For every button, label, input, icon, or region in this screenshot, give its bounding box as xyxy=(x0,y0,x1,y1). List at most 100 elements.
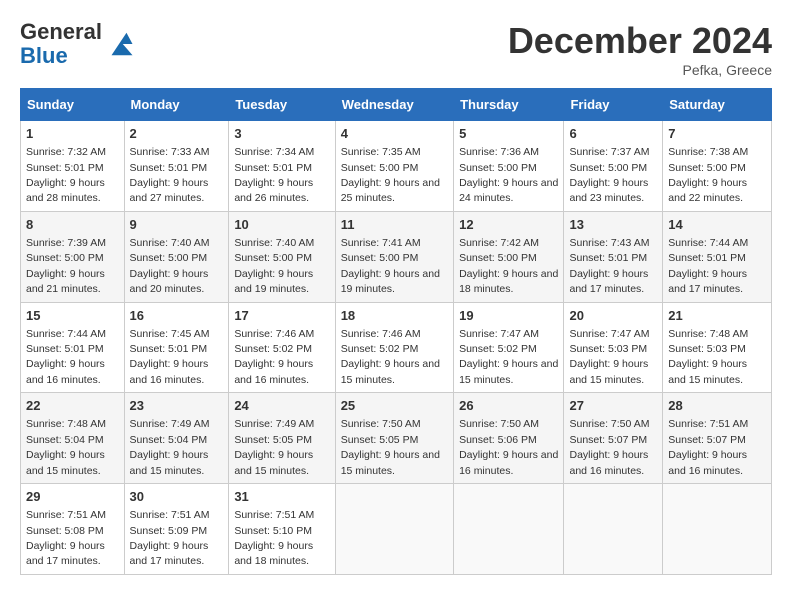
col-friday: Friday xyxy=(564,89,663,121)
logo: General Blue xyxy=(20,20,134,68)
calendar-week-row: 15 Sunrise: 7:44 AMSunset: 5:01 PMDayligh… xyxy=(21,302,772,393)
day-info: Sunrise: 7:34 AMSunset: 5:01 PMDaylight:… xyxy=(234,146,314,204)
calendar-cell: 27Sunrise: 7:50 AMSunset: 5:07 PMDayligh… xyxy=(564,393,663,484)
calendar-cell: 18 Sunrise: 7:46 AMSunset: 5:02 PMDayligh… xyxy=(335,302,453,393)
day-info: Sunrise: 7:46 AMSunset: 5:02 PMDaylight:… xyxy=(341,328,440,386)
calendar-cell: 30 Sunrise: 7:51 AMSunset: 5:09 PMDayligh… xyxy=(124,484,229,575)
day-number: 7 xyxy=(668,125,766,143)
day-number: 23 xyxy=(130,397,224,415)
day-info: Sunrise: 7:49 AMSunset: 5:04 PMDaylight:… xyxy=(130,418,210,476)
day-info: Sunrise: 7:36 AMSunset: 5:00 PMDaylight:… xyxy=(459,146,558,204)
day-info: Sunrise: 7:51 AMSunset: 5:10 PMDaylight:… xyxy=(234,509,314,567)
day-info: Sunrise: 7:44 AMSunset: 5:01 PMDaylight:… xyxy=(26,328,106,386)
calendar-cell: 25 Sunrise: 7:50 AMSunset: 5:05 PMDayligh… xyxy=(335,393,453,484)
day-info: Sunrise: 7:40 AMSunset: 5:00 PMDaylight:… xyxy=(234,237,314,295)
day-number: 19 xyxy=(459,307,558,325)
day-info: Sunrise: 7:38 AMSunset: 5:00 PMDaylight:… xyxy=(668,146,748,204)
calendar-cell: 29 Sunrise: 7:51 AMSunset: 5:08 PMDayligh… xyxy=(21,484,125,575)
day-info: Sunrise: 7:48 AMSunset: 5:03 PMDaylight:… xyxy=(668,328,748,386)
day-number: 2 xyxy=(130,125,224,143)
day-info: Sunrise: 7:48 AMSunset: 5:04 PMDaylight:… xyxy=(26,418,106,476)
day-number: 9 xyxy=(130,216,224,234)
calendar-cell xyxy=(564,484,663,575)
calendar-cell xyxy=(454,484,564,575)
day-info: Sunrise: 7:50 AMSunset: 5:06 PMDaylight:… xyxy=(459,418,558,476)
calendar-cell: 23 Sunrise: 7:49 AMSunset: 5:04 PMDayligh… xyxy=(124,393,229,484)
day-number: 8 xyxy=(26,216,119,234)
calendar-cell: 21 Sunrise: 7:48 AMSunset: 5:03 PMDayligh… xyxy=(663,302,772,393)
col-sunday: Sunday xyxy=(21,89,125,121)
day-number: 11 xyxy=(341,216,448,234)
calendar-cell: 2 Sunrise: 7:33 AMSunset: 5:01 PMDaylight… xyxy=(124,121,229,212)
col-monday: Monday xyxy=(124,89,229,121)
day-number: 18 xyxy=(341,307,448,325)
title-block: December 2024 Pefka, Greece xyxy=(508,20,772,78)
day-info: Sunrise: 7:50 AMSunset: 5:05 PMDaylight:… xyxy=(341,418,440,476)
day-number: 21 xyxy=(668,307,766,325)
calendar-cell: 31 Sunrise: 7:51 AMSunset: 5:10 PMDayligh… xyxy=(229,484,335,575)
calendar-cell: 22Sunrise: 7:48 AMSunset: 5:04 PMDayligh… xyxy=(21,393,125,484)
day-info: Sunrise: 7:47 AMSunset: 5:03 PMDaylight:… xyxy=(569,328,649,386)
day-number: 12 xyxy=(459,216,558,234)
calendar-table: Sunday Monday Tuesday Wednesday Thursday… xyxy=(20,88,772,575)
day-number: 5 xyxy=(459,125,558,143)
col-wednesday: Wednesday xyxy=(335,89,453,121)
calendar-cell: 6 Sunrise: 7:37 AMSunset: 5:00 PMDaylight… xyxy=(564,121,663,212)
col-thursday: Thursday xyxy=(454,89,564,121)
day-info: Sunrise: 7:46 AMSunset: 5:02 PMDaylight:… xyxy=(234,328,314,386)
calendar-cell: 10Sunrise: 7:40 AMSunset: 5:00 PMDayligh… xyxy=(229,211,335,302)
calendar-cell: 26Sunrise: 7:50 AMSunset: 5:06 PMDayligh… xyxy=(454,393,564,484)
day-number: 24 xyxy=(234,397,329,415)
day-info: Sunrise: 7:51 AMSunset: 5:09 PMDaylight:… xyxy=(130,509,210,567)
day-info: Sunrise: 7:39 AMSunset: 5:00 PMDaylight:… xyxy=(26,237,106,295)
calendar-cell: 17 Sunrise: 7:46 AMSunset: 5:02 PMDayligh… xyxy=(229,302,335,393)
calendar-cell: 14Sunrise: 7:44 AMSunset: 5:01 PMDayligh… xyxy=(663,211,772,302)
day-number: 6 xyxy=(569,125,657,143)
calendar-cell: 20 Sunrise: 7:47 AMSunset: 5:03 PMDayligh… xyxy=(564,302,663,393)
day-number: 20 xyxy=(569,307,657,325)
day-info: Sunrise: 7:32 AMSunset: 5:01 PMDaylight:… xyxy=(26,146,106,204)
calendar-week-row: 8 Sunrise: 7:39 AMSunset: 5:00 PMDaylight… xyxy=(21,211,772,302)
day-info: Sunrise: 7:40 AMSunset: 5:00 PMDaylight:… xyxy=(130,237,210,295)
day-info: Sunrise: 7:47 AMSunset: 5:02 PMDaylight:… xyxy=(459,328,558,386)
calendar-cell xyxy=(663,484,772,575)
day-number: 15 xyxy=(26,307,119,325)
day-info: Sunrise: 7:35 AMSunset: 5:00 PMDaylight:… xyxy=(341,146,440,204)
calendar-cell: 4Sunrise: 7:35 AMSunset: 5:00 PMDaylight… xyxy=(335,121,453,212)
day-info: Sunrise: 7:49 AMSunset: 5:05 PMDaylight:… xyxy=(234,418,314,476)
day-number: 29 xyxy=(26,488,119,506)
day-info: Sunrise: 7:33 AMSunset: 5:01 PMDaylight:… xyxy=(130,146,210,204)
day-info: Sunrise: 7:37 AMSunset: 5:00 PMDaylight:… xyxy=(569,146,649,204)
calendar-cell: 11Sunrise: 7:41 AMSunset: 5:00 PMDayligh… xyxy=(335,211,453,302)
day-number: 30 xyxy=(130,488,224,506)
day-info: Sunrise: 7:42 AMSunset: 5:00 PMDaylight:… xyxy=(459,237,558,295)
calendar-week-row: 22Sunrise: 7:48 AMSunset: 5:04 PMDayligh… xyxy=(21,393,772,484)
calendar-cell: 19 Sunrise: 7:47 AMSunset: 5:02 PMDayligh… xyxy=(454,302,564,393)
calendar-cell: 12 Sunrise: 7:42 AMSunset: 5:00 PMDayligh… xyxy=(454,211,564,302)
calendar-cell: 7 Sunrise: 7:38 AMSunset: 5:00 PMDaylight… xyxy=(663,121,772,212)
page-header: General Blue December 2024 Pefka, Greece xyxy=(20,20,772,78)
day-number: 3 xyxy=(234,125,329,143)
day-number: 17 xyxy=(234,307,329,325)
col-saturday: Saturday xyxy=(663,89,772,121)
calendar-cell: 16 Sunrise: 7:45 AMSunset: 5:01 PMDayligh… xyxy=(124,302,229,393)
calendar-cell: 13 Sunrise: 7:43 AMSunset: 5:01 PMDayligh… xyxy=(564,211,663,302)
calendar-cell: 3 Sunrise: 7:34 AMSunset: 5:01 PMDaylight… xyxy=(229,121,335,212)
day-number: 31 xyxy=(234,488,329,506)
calendar-cell: 24 Sunrise: 7:49 AMSunset: 5:05 PMDayligh… xyxy=(229,393,335,484)
day-number: 25 xyxy=(341,397,448,415)
day-number: 16 xyxy=(130,307,224,325)
day-info: Sunrise: 7:45 AMSunset: 5:01 PMDaylight:… xyxy=(130,328,210,386)
logo-icon xyxy=(104,29,134,59)
calendar-cell: 5 Sunrise: 7:36 AMSunset: 5:00 PMDaylight… xyxy=(454,121,564,212)
day-number: 13 xyxy=(569,216,657,234)
day-info: Sunrise: 7:44 AMSunset: 5:01 PMDaylight:… xyxy=(668,237,748,295)
month-year-title: December 2024 xyxy=(508,20,772,62)
logo-blue-text: Blue xyxy=(20,43,68,68)
col-tuesday: Tuesday xyxy=(229,89,335,121)
calendar-cell xyxy=(335,484,453,575)
day-info: Sunrise: 7:51 AMSunset: 5:07 PMDaylight:… xyxy=(668,418,748,476)
calendar-cell: 28Sunrise: 7:51 AMSunset: 5:07 PMDayligh… xyxy=(663,393,772,484)
day-info: Sunrise: 7:51 AMSunset: 5:08 PMDaylight:… xyxy=(26,509,106,567)
day-info: Sunrise: 7:43 AMSunset: 5:01 PMDaylight:… xyxy=(569,237,649,295)
